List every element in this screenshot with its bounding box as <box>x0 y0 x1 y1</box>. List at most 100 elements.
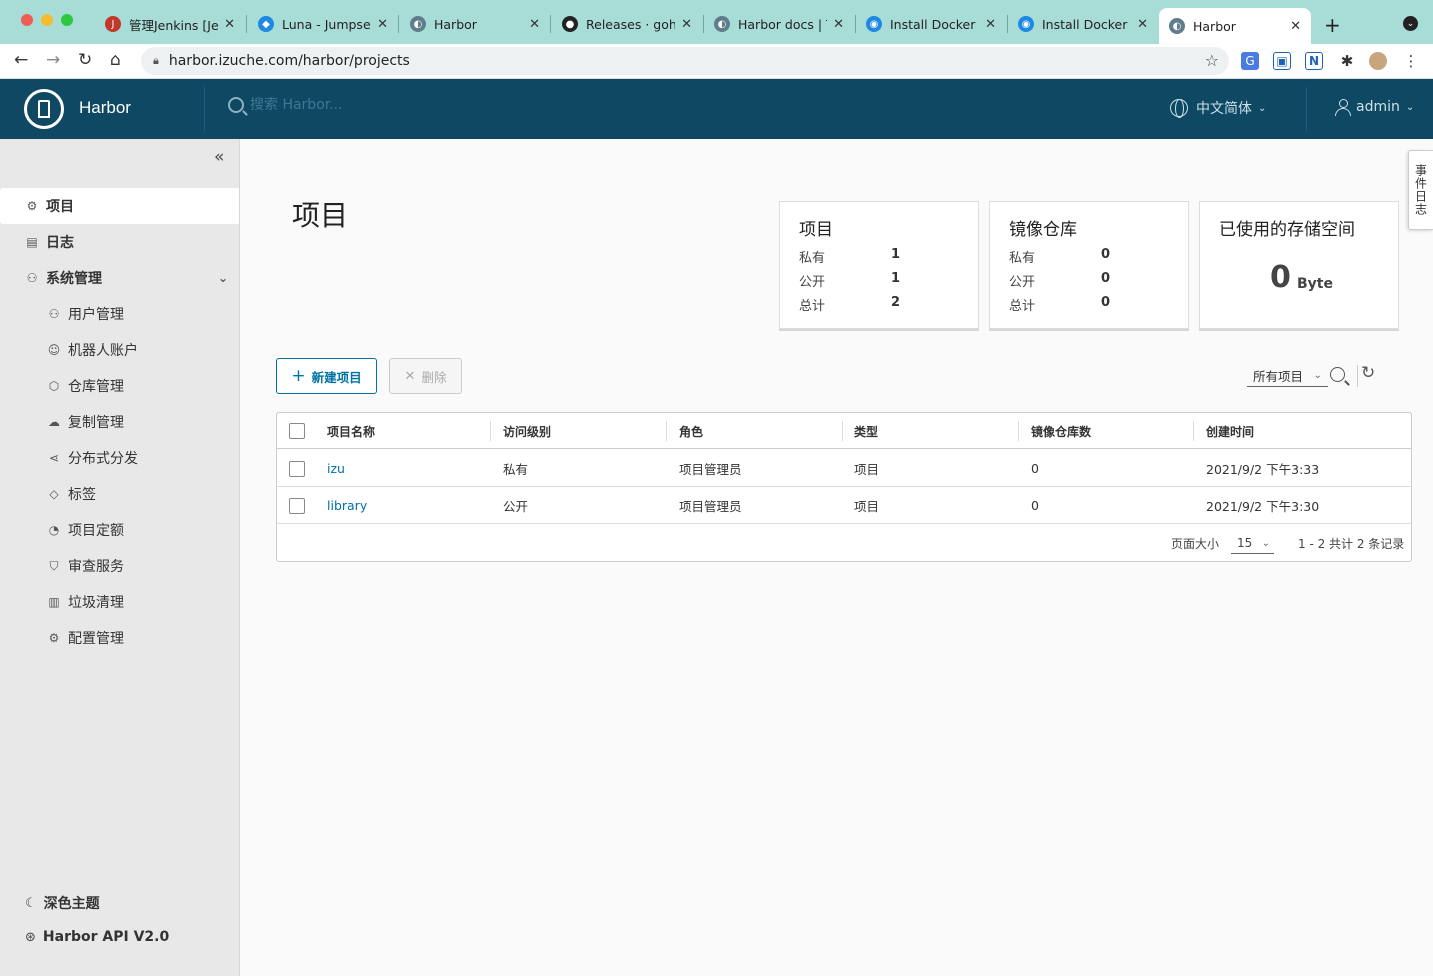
language-selector[interactable]: 中文简体 ⌄ <box>1170 98 1266 118</box>
private-count: 1 <box>891 247 901 262</box>
column-header-created[interactable]: 创建时间 <box>1206 413 1254 449</box>
browser-tab[interactable]: ◐ Harbor docs | T ✕ <box>704 8 854 40</box>
sidebar-item-projects[interactable]: ⚙ 项目 <box>0 188 239 224</box>
sidebar-item-logs[interactable]: ▤ 日志 <box>0 224 240 260</box>
translate-extension-icon[interactable]: G <box>1241 52 1259 70</box>
tab-close-icon[interactable]: ✕ <box>681 17 692 32</box>
browser-tab[interactable]: ◐ Harbor ✕ <box>400 8 550 40</box>
lock-icon: 🔒︎ <box>153 54 159 67</box>
forward-icon[interactable]: → <box>46 50 60 70</box>
select-all-checkbox[interactable] <box>289 423 305 439</box>
user-menu[interactable]: admin ⌄ <box>1334 98 1414 116</box>
window-minimize-button[interactable] <box>41 14 53 26</box>
profile-avatar[interactable] <box>1369 52 1387 70</box>
harbor-logo-icon[interactable] <box>24 89 64 129</box>
project-filter-select[interactable]: 所有项目 ⌄ <box>1247 365 1328 387</box>
browser-tab[interactable]: ● Releases · goh ✕ <box>552 8 702 40</box>
sidebar-item-robot-accounts[interactable]: ☺ 机器人账户 <box>0 332 240 368</box>
storage-summary-card: 已使用的存储空间 0 Byte <box>1199 201 1399 329</box>
search-icon[interactable] <box>1330 367 1345 382</box>
search-icon <box>228 97 244 113</box>
sidebar-item-replications[interactable]: ☁ 复制管理 <box>0 404 240 440</box>
dark-theme-toggle[interactable]: ☾ 深色主题 <box>25 893 100 913</box>
address-bar[interactable]: 🔒︎ harbor.izuche.com/harbor/projects ☆ <box>141 47 1229 75</box>
browser-tab[interactable]: ◉ Install Docker E ✕ <box>1008 8 1158 40</box>
column-header-type[interactable]: 类型 <box>854 413 878 449</box>
sidebar-item-administration[interactable]: ⚇ 系统管理 ⌄ <box>0 260 240 296</box>
tab-search-icon[interactable]: ⌄ <box>1403 16 1418 31</box>
tab-close-icon[interactable]: ✕ <box>377 17 388 32</box>
browser-tab-bar: J 管理Jenkins [Je ✕ ◆ Luna - Jumpser ✕ ◐ Har… <box>0 0 1433 44</box>
browser-tab-active[interactable]: ◐ Harbor ✕ <box>1159 8 1311 44</box>
storage-unit: Byte <box>1297 276 1333 292</box>
chevron-down-icon: ⌄ <box>1405 101 1415 113</box>
app-title[interactable]: Harbor <box>79 98 131 118</box>
refresh-icon[interactable]: ↻ <box>1361 363 1375 383</box>
created-time: 2021/9/2 下午3:33 <box>1206 461 1320 477</box>
bookmark-star-icon[interactable]: ☆ <box>1205 51 1219 70</box>
repo-count: 0 <box>1031 460 1039 476</box>
search-input[interactable] <box>250 97 550 113</box>
tab-close-icon[interactable]: ✕ <box>1290 19 1301 34</box>
column-header-access[interactable]: 访问级别 <box>503 413 551 449</box>
row-checkbox[interactable] <box>289 498 305 514</box>
tab-close-icon[interactable]: ✕ <box>529 17 540 32</box>
url-text[interactable]: harbor.izuche.com/harbor/projects <box>169 53 410 69</box>
browser-toolbar: ← → ↻ ⌂ 🔒︎ harbor.izuche.com/harbor/proj… <box>0 44 1433 79</box>
column-header-name[interactable]: 项目名称 <box>327 413 375 449</box>
jumpserver-favicon-icon: ◆ <box>258 16 274 32</box>
page-size-select[interactable]: 15 ⌄ <box>1231 533 1274 554</box>
page-size-label: 页面大小 <box>1171 537 1220 551</box>
column-header-role[interactable]: 角色 <box>679 413 703 449</box>
browser-menu-icon[interactable]: ⋮ <box>1402 52 1420 70</box>
project-name-link[interactable]: library <box>327 487 367 523</box>
page-title: 项目 <box>292 199 349 232</box>
sidebar-item-users[interactable]: ⚇ 用户管理 <box>0 296 240 332</box>
row-checkbox[interactable] <box>289 461 305 477</box>
screenshot-extension-icon[interactable]: ▣ <box>1273 52 1291 70</box>
tab-close-icon[interactable]: ✕ <box>833 17 844 32</box>
extensions-puzzle-icon[interactable]: ✱ <box>1338 52 1356 70</box>
tab-close-icon[interactable]: ✕ <box>224 17 235 32</box>
reload-icon[interactable]: ↻ <box>78 50 92 70</box>
harbor-favicon-icon: ◐ <box>1169 18 1185 34</box>
project-name-link[interactable]: izu <box>327 450 345 486</box>
total-count: 2 <box>891 295 901 310</box>
role: 项目管理员 <box>679 498 742 514</box>
delete-button[interactable]: ✕ 删除 <box>389 358 462 394</box>
home-icon[interactable]: ⌂ <box>110 50 121 70</box>
global-search[interactable] <box>228 97 550 113</box>
browser-tab[interactable]: ◆ Luna - Jumpser ✕ <box>248 8 398 40</box>
public-count: 1 <box>891 271 901 286</box>
event-log-tab[interactable]: 事件日志 <box>1408 150 1433 230</box>
tab-close-icon[interactable]: ✕ <box>1137 17 1148 32</box>
access-level: 私有 <box>503 461 529 477</box>
collapse-sidebar-icon[interactable]: « <box>214 147 224 167</box>
tab-close-icon[interactable]: ✕ <box>985 17 996 32</box>
sidebar-item-scanners[interactable]: ⛉ 审查服务 <box>0 548 240 584</box>
sidebar-item-registries[interactable]: ⬡ 仓库管理 <box>0 368 240 404</box>
new-tab-button[interactable]: + <box>1324 13 1341 37</box>
harbor-favicon-icon: ◐ <box>714 16 730 32</box>
table-header: 项目名称 访问级别 角色 类型 镜像仓库数 创建时间 <box>277 413 1411 449</box>
sidebar-item-garbage-collection[interactable]: ▥ 垃圾清理 <box>0 584 240 620</box>
access-level: 公开 <box>503 498 529 514</box>
sidebar-item-quotas[interactable]: ◔ 项目定额 <box>0 512 240 548</box>
api-explorer-link[interactable]: ⊛ Harbor API V2.0 <box>25 929 169 945</box>
notion-extension-icon[interactable]: N <box>1305 52 1323 70</box>
sidebar-item-configuration[interactable]: ⚙ 配置管理 <box>0 620 240 656</box>
user-icon <box>1334 98 1352 116</box>
storage-value: 0 <box>1270 260 1291 295</box>
sidebar-item-labels[interactable]: ◇ 标签 <box>0 476 240 512</box>
quota-icon: ◔ <box>48 523 60 537</box>
column-header-repo-count[interactable]: 镜像仓库数 <box>1031 413 1091 449</box>
browser-tab[interactable]: J 管理Jenkins [Je ✕ <box>95 8 245 40</box>
browser-tab[interactable]: ◉ Install Docker C ✕ <box>856 8 1006 40</box>
sidebar-item-distributions[interactable]: ⋖ 分布式分发 <box>0 440 240 476</box>
created-time: 2021/9/2 下午3:30 <box>1206 498 1320 514</box>
new-project-button[interactable]: + 新建项目 <box>276 358 377 394</box>
window-close-button[interactable] <box>21 14 33 26</box>
window-maximize-button[interactable] <box>61 14 73 26</box>
globe-icon <box>1170 99 1188 118</box>
back-icon[interactable]: ← <box>14 50 28 70</box>
